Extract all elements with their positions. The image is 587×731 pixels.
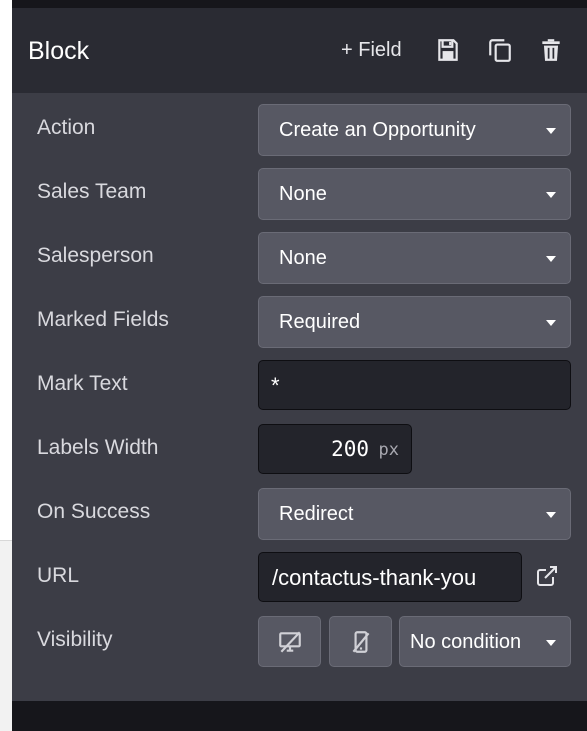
chevron-down-icon: [546, 512, 556, 518]
block-options-panel: Block + Field Action Create an Opportuni…: [12, 8, 587, 701]
url-input[interactable]: /contactus-thank-you: [258, 552, 522, 602]
action-value: Create an Opportunity: [279, 119, 476, 141]
sales-team-label: Sales Team: [37, 180, 147, 203]
on-success-label: On Success: [37, 500, 151, 523]
sales-team-value: None: [279, 183, 327, 205]
labels-width-label: Labels Width: [37, 436, 159, 459]
copy-icon: [489, 39, 511, 62]
salesperson-label: Salesperson: [37, 244, 154, 267]
mark-text-label: Mark Text: [37, 372, 128, 395]
floppy-disk-icon: [438, 39, 458, 61]
page-background: [0, 0, 12, 540]
sales-team-select[interactable]: None: [258, 168, 571, 220]
open-url-button[interactable]: [535, 564, 559, 588]
salesperson-value: None: [279, 247, 327, 269]
on-success-select[interactable]: Redirect: [258, 488, 571, 540]
visibility-condition-select[interactable]: No condition: [399, 616, 571, 667]
visibility-label: Visibility: [37, 628, 113, 651]
url-label: URL: [37, 564, 80, 587]
page-background-lower: [0, 540, 12, 731]
desktop-hidden-icon: [279, 631, 301, 653]
add-field-button[interactable]: + Field: [341, 36, 402, 64]
action-select[interactable]: Create an Opportunity: [258, 104, 571, 156]
on-success-value: Redirect: [279, 503, 354, 525]
labels-width-unit: px: [378, 440, 399, 460]
chevron-down-icon: [546, 640, 556, 646]
delete-button[interactable]: [538, 36, 564, 64]
trash-icon: [542, 39, 560, 61]
save-button[interactable]: [435, 36, 461, 64]
labels-width-value: 200: [331, 437, 369, 461]
chevron-down-icon: [546, 192, 556, 198]
marked-fields-select[interactable]: Required: [258, 296, 571, 348]
panel-title: Block: [28, 37, 90, 65]
chevron-down-icon: [546, 128, 556, 134]
salesperson-select[interactable]: None: [258, 232, 571, 284]
chevron-down-icon: [546, 320, 556, 326]
visibility-value: No condition: [410, 631, 522, 653]
chevron-down-icon: [546, 256, 556, 262]
duplicate-button[interactable]: [487, 36, 513, 64]
mobile-hidden-icon: [352, 631, 370, 653]
marked-fields-value: Required: [279, 311, 361, 333]
mark-text-value: *: [271, 373, 280, 398]
url-value: /contactus-thank-you: [272, 565, 477, 590]
hide-on-desktop-button[interactable]: [258, 616, 321, 667]
panel-header: Block + Field: [12, 8, 587, 93]
labels-width-input[interactable]: 200 px: [258, 424, 412, 474]
external-link-icon: [537, 566, 557, 586]
marked-fields-label: Marked Fields: [37, 308, 169, 331]
bottom-bar: [12, 701, 587, 731]
top-divider: [12, 0, 587, 8]
mark-text-input[interactable]: *: [258, 360, 571, 410]
action-label: Action: [37, 116, 96, 139]
hide-on-mobile-button[interactable]: [329, 616, 392, 667]
